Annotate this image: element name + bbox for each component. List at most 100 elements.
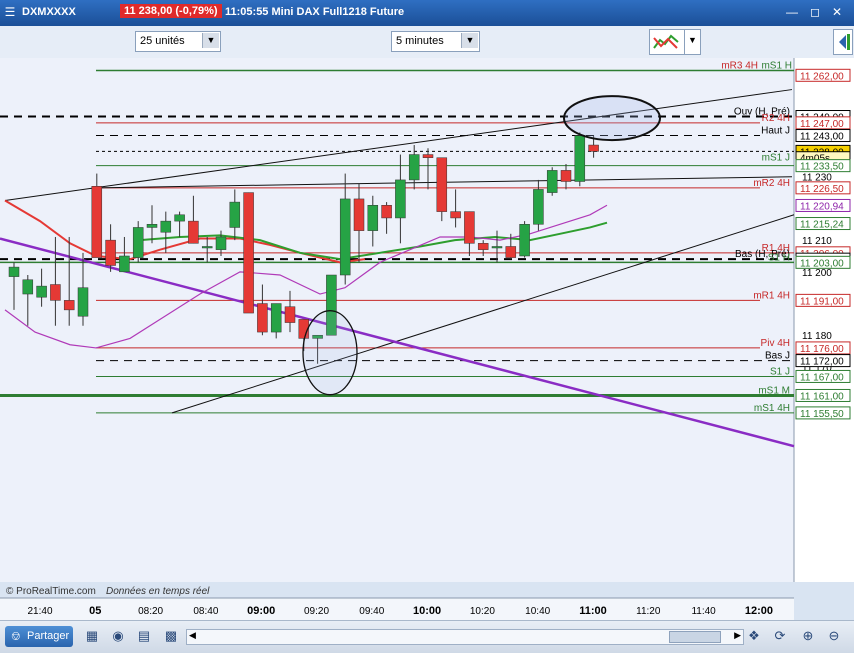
plot-area[interactable]: [0, 58, 794, 582]
candle-body[interactable]: [436, 157, 448, 212]
candle-body[interactable]: [105, 239, 116, 266]
time-tick-label: 09:20: [304, 606, 329, 617]
binoculars-icon[interactable]: ◉: [110, 628, 126, 644]
zoom-in-icon[interactable]: ⊕: [800, 628, 816, 644]
candle-body[interactable]: [395, 179, 406, 219]
price-tag-label: 11 191,00: [800, 296, 844, 307]
candle-body[interactable]: [160, 220, 172, 233]
auto-scale-icon[interactable]: ❖: [746, 628, 762, 644]
price-tag-label: 11 161,00: [800, 391, 844, 402]
candle-body[interactable]: [588, 144, 599, 152]
scroll-right-icon[interactable]: ▶: [734, 630, 741, 641]
calendar-icon[interactable]: ▤: [136, 628, 152, 644]
reset-zoom-icon[interactable]: ⟳: [772, 628, 788, 644]
chart-menu-icon[interactable]: ☰: [3, 5, 17, 19]
candle-body[interactable]: [77, 287, 89, 317]
side-panel-button[interactable]: [833, 29, 853, 55]
time-axis[interactable]: [0, 598, 794, 620]
candle-body[interactable]: [188, 220, 199, 244]
candle-body[interactable]: [284, 306, 296, 323]
annotation-ellipse-top[interactable]: [563, 95, 661, 142]
instrument-symbol[interactable]: DXMXXXX: [22, 6, 76, 18]
time-tick-label: 11:00: [579, 605, 607, 617]
candle-body[interactable]: [174, 214, 185, 222]
time-tick-label: 08:20: [138, 606, 163, 617]
candle-body[interactable]: [132, 227, 144, 258]
candle-body[interactable]: [63, 300, 75, 311]
candle-body[interactable]: [146, 224, 158, 228]
time-tick-label: 21:40: [27, 606, 52, 617]
zoom-out-icon[interactable]: ⊖: [826, 628, 842, 644]
price-tag-label: 11 155,50: [800, 409, 844, 420]
candle-body[interactable]: [422, 154, 434, 158]
candle-body[interactable]: [257, 303, 268, 333]
maximize-icon[interactable]: ◻: [808, 5, 822, 19]
price-tag-label: 11 233,50: [800, 162, 844, 173]
candle-body[interactable]: [408, 154, 420, 181]
indicators-icon: [653, 34, 679, 49]
chevron-down-icon[interactable]: ▼: [461, 33, 478, 48]
candle-body[interactable]: [491, 246, 503, 249]
level-label: mS1 J: [762, 152, 790, 163]
copyright-text: © ProRealTime.com: [6, 586, 96, 597]
candle-body[interactable]: [8, 266, 20, 277]
share-label: Partager: [27, 630, 70, 642]
spreadsheet-icon[interactable]: ▦: [84, 628, 100, 644]
scroll-left-icon[interactable]: ◀: [189, 630, 196, 641]
time-tick-label: 08:40: [193, 606, 218, 617]
level-label: R2 4H: [762, 113, 790, 124]
share-button[interactable]: ⎊ Partager: [5, 626, 73, 647]
level-label: mS1 M: [758, 385, 790, 396]
candle-body[interactable]: [339, 198, 351, 276]
price-tag-label: 11 172,00: [800, 357, 844, 368]
candle-body[interactable]: [229, 201, 241, 228]
units-select-value: 25 unités: [140, 35, 185, 47]
price-tag-label: 11 203,00: [800, 258, 844, 269]
candle-body[interactable]: [243, 192, 254, 314]
level-label: Bas J: [765, 351, 790, 362]
indicators-button[interactable]: [649, 29, 685, 55]
candle-body[interactable]: [519, 224, 530, 257]
price-tick-label: 11 200: [802, 268, 832, 279]
candle-body[interactable]: [201, 246, 213, 249]
level-label: mS1 4H: [754, 403, 790, 414]
candle-body[interactable]: [574, 135, 586, 182]
candle-body[interactable]: [36, 285, 47, 298]
candle-body[interactable]: [477, 243, 489, 250]
level-label: S1 J: [770, 366, 790, 377]
annotation-ellipse-bottom[interactable]: [302, 310, 358, 396]
price-tag-label: 11 220,94: [800, 201, 844, 212]
candle-body[interactable]: [353, 198, 365, 231]
timeframe-select[interactable]: 5 minutes ▼: [391, 31, 480, 52]
time-scrollbar[interactable]: ◀ ▶: [186, 629, 744, 645]
bottom-bar: ⎊ Partager ▦ ◉ ▤ ▩ ◀ ▶ ❖ ⟳ ⊕ ⊖: [0, 620, 854, 653]
candle-body[interactable]: [464, 211, 475, 244]
candle-body[interactable]: [50, 284, 61, 301]
candle-body[interactable]: [546, 170, 558, 193]
candle-body[interactable]: [367, 205, 379, 231]
candle-body[interactable]: [270, 303, 282, 333]
chevron-down-icon[interactable]: ▼: [202, 33, 219, 48]
candle-body[interactable]: [215, 236, 227, 250]
price-chart[interactable]: mR3 4H mS1 HOuv (H, Pré)R2 4HHaut JmS1 Jm…: [0, 58, 854, 620]
minimize-icon[interactable]: —: [785, 5, 799, 19]
scrollbar-thumb[interactable]: [669, 631, 721, 643]
time-tick-label: 10:20: [470, 606, 495, 617]
candle-body[interactable]: [91, 186, 103, 258]
units-select[interactable]: 25 unités ▼: [135, 31, 221, 52]
data-table-icon[interactable]: ▩: [163, 628, 179, 644]
indicators-dropdown[interactable]: ▼: [684, 29, 701, 55]
chart-toolbar: 25 unités ▼ 5 minutes ▼ ▼: [0, 26, 854, 59]
level-label: mS1 H: [761, 61, 792, 72]
close-icon[interactable]: ✕: [830, 5, 844, 19]
level-label: S1 H: [768, 252, 790, 263]
instrument-info: 11:05:55 Mini DAX Full1218 Future: [225, 6, 405, 18]
candle-body[interactable]: [119, 255, 130, 273]
candle-body[interactable]: [381, 205, 392, 219]
candle-body[interactable]: [22, 279, 34, 295]
candle-body[interactable]: [505, 246, 517, 258]
candle-body[interactable]: [560, 170, 572, 182]
candle-body[interactable]: [450, 211, 461, 219]
price-tag-label: 11 167,00: [800, 372, 844, 383]
candle-body[interactable]: [533, 189, 544, 225]
